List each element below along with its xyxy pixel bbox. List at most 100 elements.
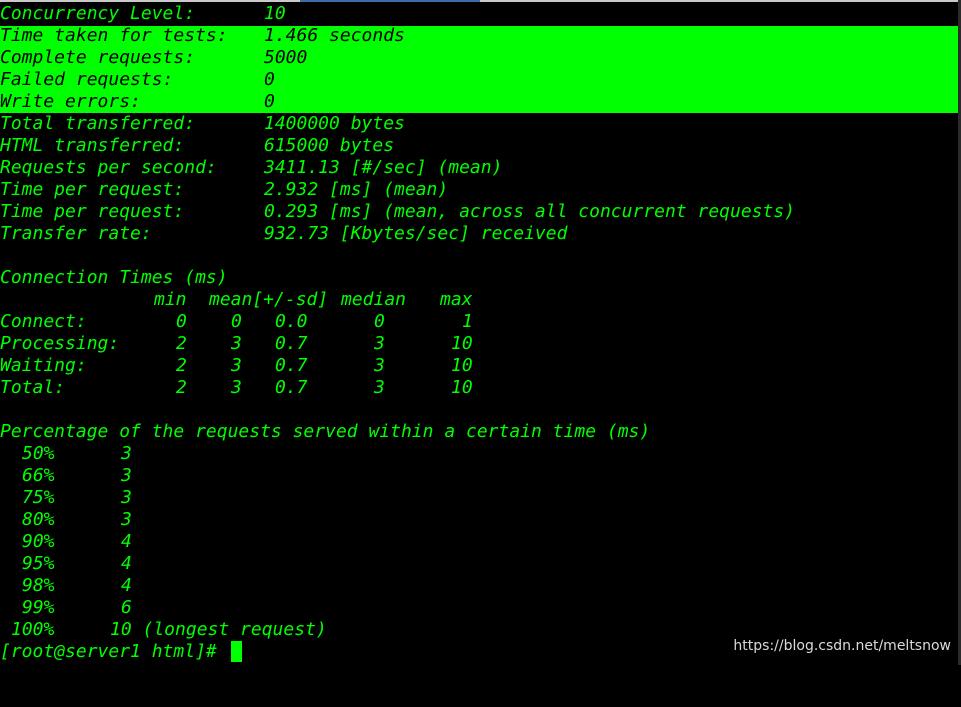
row-median: 3 — [374, 333, 385, 354]
stat-label: Transfer rate: — [0, 223, 152, 244]
percentile-time: 4 — [121, 575, 132, 596]
stat-value: 1.466 seconds — [264, 25, 405, 46]
row-median: 3 — [374, 355, 385, 376]
row-label: Waiting: — [0, 355, 87, 376]
stat-value: 0 — [264, 69, 275, 90]
percentile-row: 90% 4 — [0, 531, 132, 553]
connection-times-row: Total: 2 3 0.7 3 10 — [0, 377, 473, 399]
percentile-pct: 50% — [22, 443, 55, 464]
row-mean: 3 — [231, 377, 242, 398]
stat-value: 10 — [264, 3, 286, 24]
stat-line: Time taken for tests: 1.466 seconds — [0, 25, 405, 47]
header-max: max — [440, 289, 473, 310]
percentile-pct: 90% — [22, 531, 55, 552]
row-sd: 0.7 — [275, 333, 308, 354]
percentile-pct: 75% — [22, 487, 55, 508]
stat-line: Time per request: 0.293 [ms] (mean, acro… — [0, 201, 795, 223]
connection-times-title: Connection Times (ms) — [0, 267, 228, 288]
shell-prompt[interactable]: [root@server1 html]# — [0, 641, 217, 663]
percentile-row: 98% 4 — [0, 575, 132, 597]
percentile-time: 4 — [121, 531, 132, 552]
row-min: 2 — [176, 355, 187, 376]
percentile-pct: 80% — [22, 509, 55, 530]
percentile-row: 75% 3 — [0, 487, 132, 509]
stat-line: Time per request: 2.932 [ms] (mean) — [0, 179, 448, 201]
stat-line: Transfer rate: 932.73 [Kbytes/sec] recei… — [0, 223, 567, 245]
row-mean: 3 — [231, 333, 242, 354]
window-top-border — [0, 0, 961, 2]
connection-times-row: Connect: 0 0 0.0 0 1 — [0, 311, 473, 333]
stat-label: Time taken for tests: — [0, 25, 228, 46]
stat-line: Total transferred: 1400000 bytes — [0, 113, 405, 135]
row-sd: 0.0 — [275, 311, 308, 332]
percentile-time: 3 — [121, 487, 132, 508]
percentile-row: 66% 3 — [0, 465, 132, 487]
header-min: min — [154, 289, 187, 310]
stat-line: Failed requests: 0 — [0, 69, 275, 91]
row-sd: 0.7 — [275, 355, 308, 376]
row-max: 10 — [451, 355, 473, 376]
row-label: Total: — [0, 377, 66, 398]
stat-value: 2.932 [ms] (mean) — [264, 179, 449, 200]
row-mean: 0 — [231, 311, 242, 332]
row-mean: 3 — [231, 355, 242, 376]
stat-value: 615000 bytes — [264, 135, 395, 156]
row-median: 0 — [374, 311, 385, 332]
window-top-accent — [300, 0, 480, 2]
header-median: median — [341, 289, 407, 310]
row-sd: 0.7 — [275, 377, 308, 398]
stat-label: Time per request: — [0, 179, 185, 200]
stat-label: Total transferred: — [0, 113, 196, 134]
percentile-time: 6 — [121, 597, 132, 618]
percentile-row: 95% 4 — [0, 553, 132, 575]
stat-value: 3411.13 [#/sec] (mean) — [264, 157, 503, 178]
percentile-time: 4 — [121, 553, 132, 574]
stat-label: Concurrency Level: — [0, 3, 196, 24]
stat-line: Write errors: 0 — [0, 91, 275, 113]
row-median: 3 — [374, 377, 385, 398]
row-min: 2 — [176, 333, 187, 354]
stat-line: HTML transferred: 615000 bytes — [0, 135, 394, 157]
percentile-row: 99% 6 — [0, 597, 132, 619]
stat-value: 5000 — [264, 47, 308, 68]
percentile-pct: 98% — [22, 575, 55, 596]
row-max: 1 — [462, 311, 473, 332]
stat-label: Time per request: — [0, 201, 185, 222]
percentile-time: 3 — [121, 465, 132, 486]
stat-value: 0 — [264, 91, 275, 112]
percentile-row: 50% 3 — [0, 443, 132, 465]
row-label: Processing: — [0, 333, 120, 354]
stat-value: 1400000 bytes — [264, 113, 405, 134]
percentile-pct: 95% — [22, 553, 55, 574]
stat-line: Requests per second: 3411.13 [#/sec] (me… — [0, 157, 502, 179]
percentile-time: 3 — [121, 509, 132, 530]
connection-times-row: Waiting: 2 3 0.7 3 10 — [0, 355, 473, 377]
stat-label: Complete requests: — [0, 47, 196, 68]
terminal-window[interactable]: Concurrency Level: 10 Time taken for tes… — [0, 0, 961, 665]
connection-times-row: Processing: 2 3 0.7 3 10 — [0, 333, 473, 355]
percentile-time: 10 (longest request) — [110, 619, 327, 640]
percentile-row: 80% 3 — [0, 509, 132, 531]
watermark: https://blog.csdn.net/meltsnow — [733, 638, 951, 654]
connection-times-header: min mean[+/-sd] median max — [0, 289, 473, 311]
row-max: 10 — [451, 333, 473, 354]
stat-label: HTML transferred: — [0, 135, 185, 156]
stat-value: 932.73 [Kbytes/sec] received — [264, 223, 568, 244]
header-mean: mean[+/-sd] — [209, 289, 329, 310]
row-max: 10 — [451, 377, 473, 398]
percentile-time: 3 — [121, 443, 132, 464]
percentile-pct: 66% — [22, 465, 55, 486]
percentile-pct: 100% — [11, 619, 55, 640]
stat-label: Requests per second: — [0, 157, 217, 178]
stat-label: Failed requests: — [0, 69, 174, 90]
stat-value: 0.293 [ms] (mean, across all concurrent … — [264, 201, 796, 222]
stat-label: Write errors: — [0, 91, 141, 112]
stat-line: Complete requests: 5000 — [0, 47, 307, 69]
row-label: Connect: — [0, 311, 87, 332]
stat-line: Concurrency Level: 10 — [0, 3, 286, 25]
terminal-cursor — [231, 641, 242, 662]
row-min: 0 — [176, 311, 187, 332]
row-min: 2 — [176, 377, 187, 398]
percentiles-title: Percentage of the requests served within… — [0, 421, 651, 442]
percentile-pct: 99% — [22, 597, 55, 618]
